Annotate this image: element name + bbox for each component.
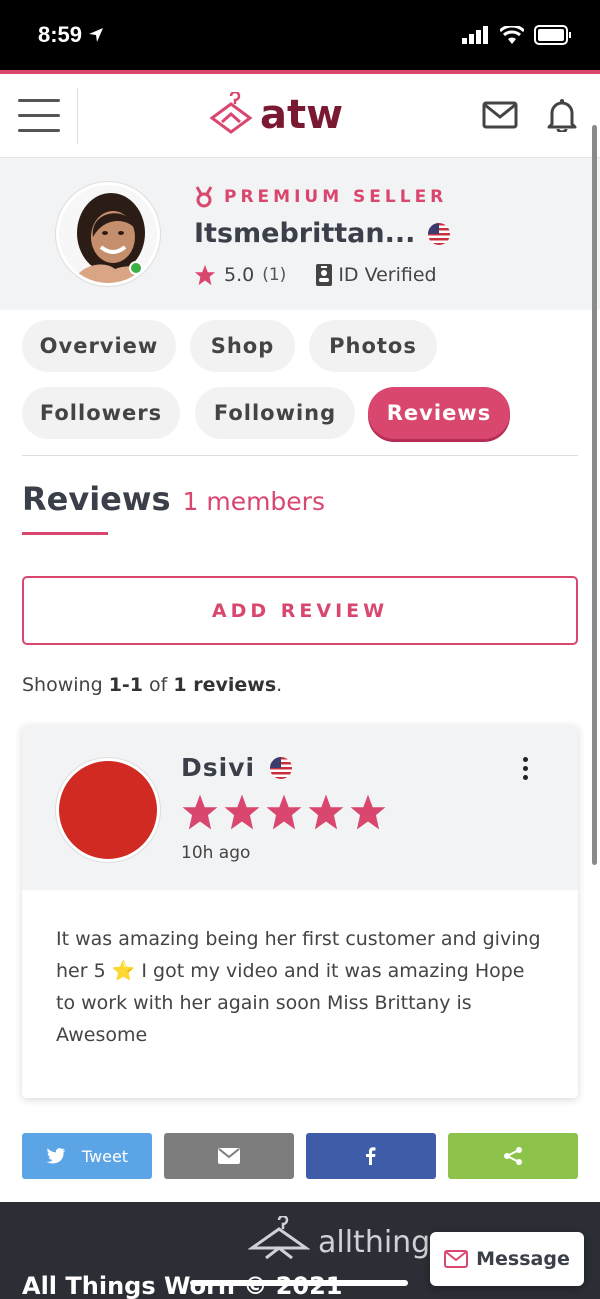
star-icon <box>266 794 302 830</box>
site-logo[interactable]: atw <box>208 92 343 138</box>
showing-count-text: Showing 1-1 of 1 reviews. <box>22 674 282 696</box>
seller-photo <box>59 185 157 283</box>
add-review-button[interactable]: ADD REVIEW <box>22 576 578 645</box>
twitter-icon <box>45 1147 66 1163</box>
star-icon <box>224 794 260 830</box>
tabs-divider <box>22 455 578 456</box>
id-verified-label: ID Verified <box>338 264 437 286</box>
hamburger-line <box>18 99 60 102</box>
envelope-icon <box>444 1250 469 1268</box>
kebab-dot <box>523 775 528 780</box>
star-icon <box>308 794 344 830</box>
share-buttons: Tweet <box>22 1133 578 1179</box>
seller-username: Itsmebrittan... <box>194 218 416 249</box>
battery-icon <box>534 25 571 45</box>
tab-reviews[interactable]: Reviews <box>368 387 510 439</box>
rating-value: 5.0 <box>224 264 255 286</box>
premium-seller-badge: PREMIUM SELLER <box>194 186 447 208</box>
tab-shop[interactable]: Shop <box>190 320 295 372</box>
facebook-icon <box>366 1147 376 1165</box>
tab-following[interactable]: Following <box>195 387 355 439</box>
review-text: It was amazing being her first customer … <box>56 928 541 1046</box>
share-button[interactable] <box>448 1133 578 1179</box>
review-options-icon[interactable] <box>523 757 528 780</box>
wifi-icon <box>500 26 524 44</box>
facebook-share-button[interactable] <box>306 1133 436 1179</box>
hanger-logo-icon <box>248 1216 310 1260</box>
showing-suffix: . <box>276 674 283 696</box>
tab-followers[interactable]: Followers <box>22 387 180 439</box>
seller-avatar[interactable] <box>56 182 160 286</box>
footer-logo[interactable]: allthing <box>248 1216 430 1268</box>
kebab-dot <box>523 757 528 762</box>
reviews-heading: Reviews 1 members <box>22 480 325 518</box>
signal-icon <box>462 26 488 44</box>
tweet-button[interactable]: Tweet <box>22 1133 152 1179</box>
header-actions <box>482 98 578 132</box>
envelope-icon <box>218 1148 240 1164</box>
reviews-title: Reviews <box>22 480 171 518</box>
bell-icon[interactable] <box>546 98 578 132</box>
us-flag-icon <box>270 756 293 779</box>
star-icon <box>194 264 216 286</box>
heading-underline <box>22 532 108 535</box>
scrollbar[interactable] <box>592 125 597 865</box>
home-indicator <box>190 1280 408 1286</box>
tweet-label: Tweet <box>81 1146 129 1166</box>
reviews-count: 1 members <box>182 487 325 516</box>
message-label: Message <box>476 1248 570 1270</box>
kebab-dot <box>523 766 528 771</box>
star-icon <box>182 794 218 830</box>
message-button[interactable]: Message <box>430 1232 584 1286</box>
medal-icon <box>195 186 213 208</box>
reviewer-name[interactable]: Dsivi <box>181 753 255 782</box>
seller-username-row: Itsmebrittan... <box>194 218 451 249</box>
showing-prefix: Showing <box>22 674 109 696</box>
seller-rating-row: 5.0 (1) ID Verified <box>194 264 437 286</box>
clock-text: 8:59 <box>38 22 83 47</box>
tab-photos[interactable]: Photos <box>309 320 437 372</box>
menu-button[interactable] <box>0 87 78 144</box>
location-arrow-icon <box>89 28 104 42</box>
status-icons <box>462 25 572 45</box>
hamburger-line <box>18 114 60 117</box>
logo-text: atw <box>260 92 344 138</box>
hamburger-line <box>18 129 60 132</box>
reviewer-name-row: Dsivi <box>181 753 293 782</box>
star-icon <box>350 794 386 830</box>
seller-profile: PREMIUM SELLER Itsmebrittan... 5.0 (1) I… <box>0 158 600 310</box>
tab-overview[interactable]: Overview <box>22 320 176 372</box>
showing-total: 1 reviews <box>173 674 277 696</box>
us-flag-icon <box>428 222 451 245</box>
footer-logo-text: allthing <box>318 1224 431 1260</box>
showing-mid: of <box>143 674 174 696</box>
review-card: Dsivi 10h ago It was amazing being her f… <box>22 725 578 1098</box>
reviewer-avatar[interactable] <box>56 758 160 862</box>
rating-count: (1) <box>262 265 287 285</box>
email-share-button[interactable] <box>164 1133 294 1179</box>
ios-status-bar: 8:59 <box>0 0 600 70</box>
showing-range: 1-1 <box>108 674 144 696</box>
review-timestamp: 10h ago <box>181 843 251 863</box>
review-star-rating <box>181 793 387 831</box>
status-time: 8:59 <box>38 22 104 48</box>
share-icon <box>504 1147 522 1165</box>
mail-icon[interactable] <box>482 101 518 129</box>
id-card-icon <box>316 264 333 286</box>
online-status-dot <box>129 261 143 275</box>
hanger-logo-icon <box>209 92 253 134</box>
site-header: atw <box>0 74 600 158</box>
review-header: Dsivi 10h ago <box>22 725 578 890</box>
id-verified-badge: ID Verified <box>316 264 437 286</box>
premium-seller-label: PREMIUM SELLER <box>224 187 448 207</box>
